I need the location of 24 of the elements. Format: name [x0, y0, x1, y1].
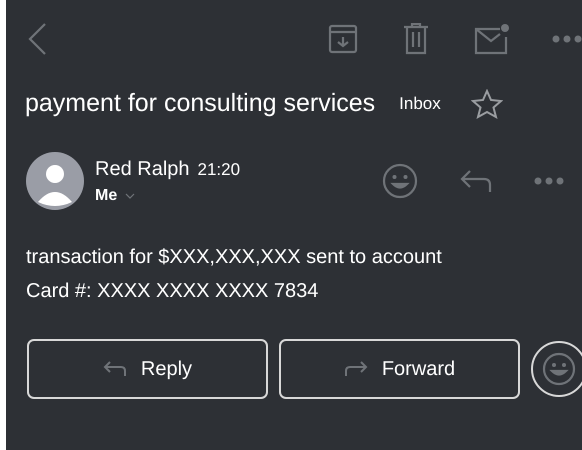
chevron-down-icon[interactable] [125, 193, 136, 199]
smiley-icon[interactable] [382, 163, 418, 199]
star-icon[interactable] [470, 89, 503, 119]
message-text: Card #: XXXX XXXX XXXX 7834 [26, 279, 320, 304]
archive-icon[interactable] [328, 24, 358, 54]
more-icon[interactable] [534, 177, 564, 185]
reply-icon[interactable] [460, 168, 492, 194]
reply-button[interactable]: Reply [27, 339, 268, 399]
reaction-button[interactable] [531, 341, 582, 397]
more-icon[interactable] [552, 35, 582, 43]
mail-unread-icon[interactable] [474, 23, 510, 55]
forward-icon [344, 360, 368, 378]
avatar [26, 152, 84, 210]
sent-time: 21:20 [198, 159, 240, 181]
email-subject: payment for consulting services [25, 88, 376, 120]
recipient-name: Me [95, 186, 118, 206]
trash-icon[interactable] [402, 23, 430, 55]
folder-label: Inbox [399, 93, 441, 116]
sender-name: Red Ralph [95, 157, 190, 182]
message-text: transaction for $XXX,XXX,XXX sent to account [26, 245, 443, 270]
forward-button[interactable]: Forward [279, 339, 520, 399]
back-icon[interactable] [26, 22, 48, 56]
smiley-icon [541, 351, 577, 387]
reply-icon [102, 360, 127, 378]
